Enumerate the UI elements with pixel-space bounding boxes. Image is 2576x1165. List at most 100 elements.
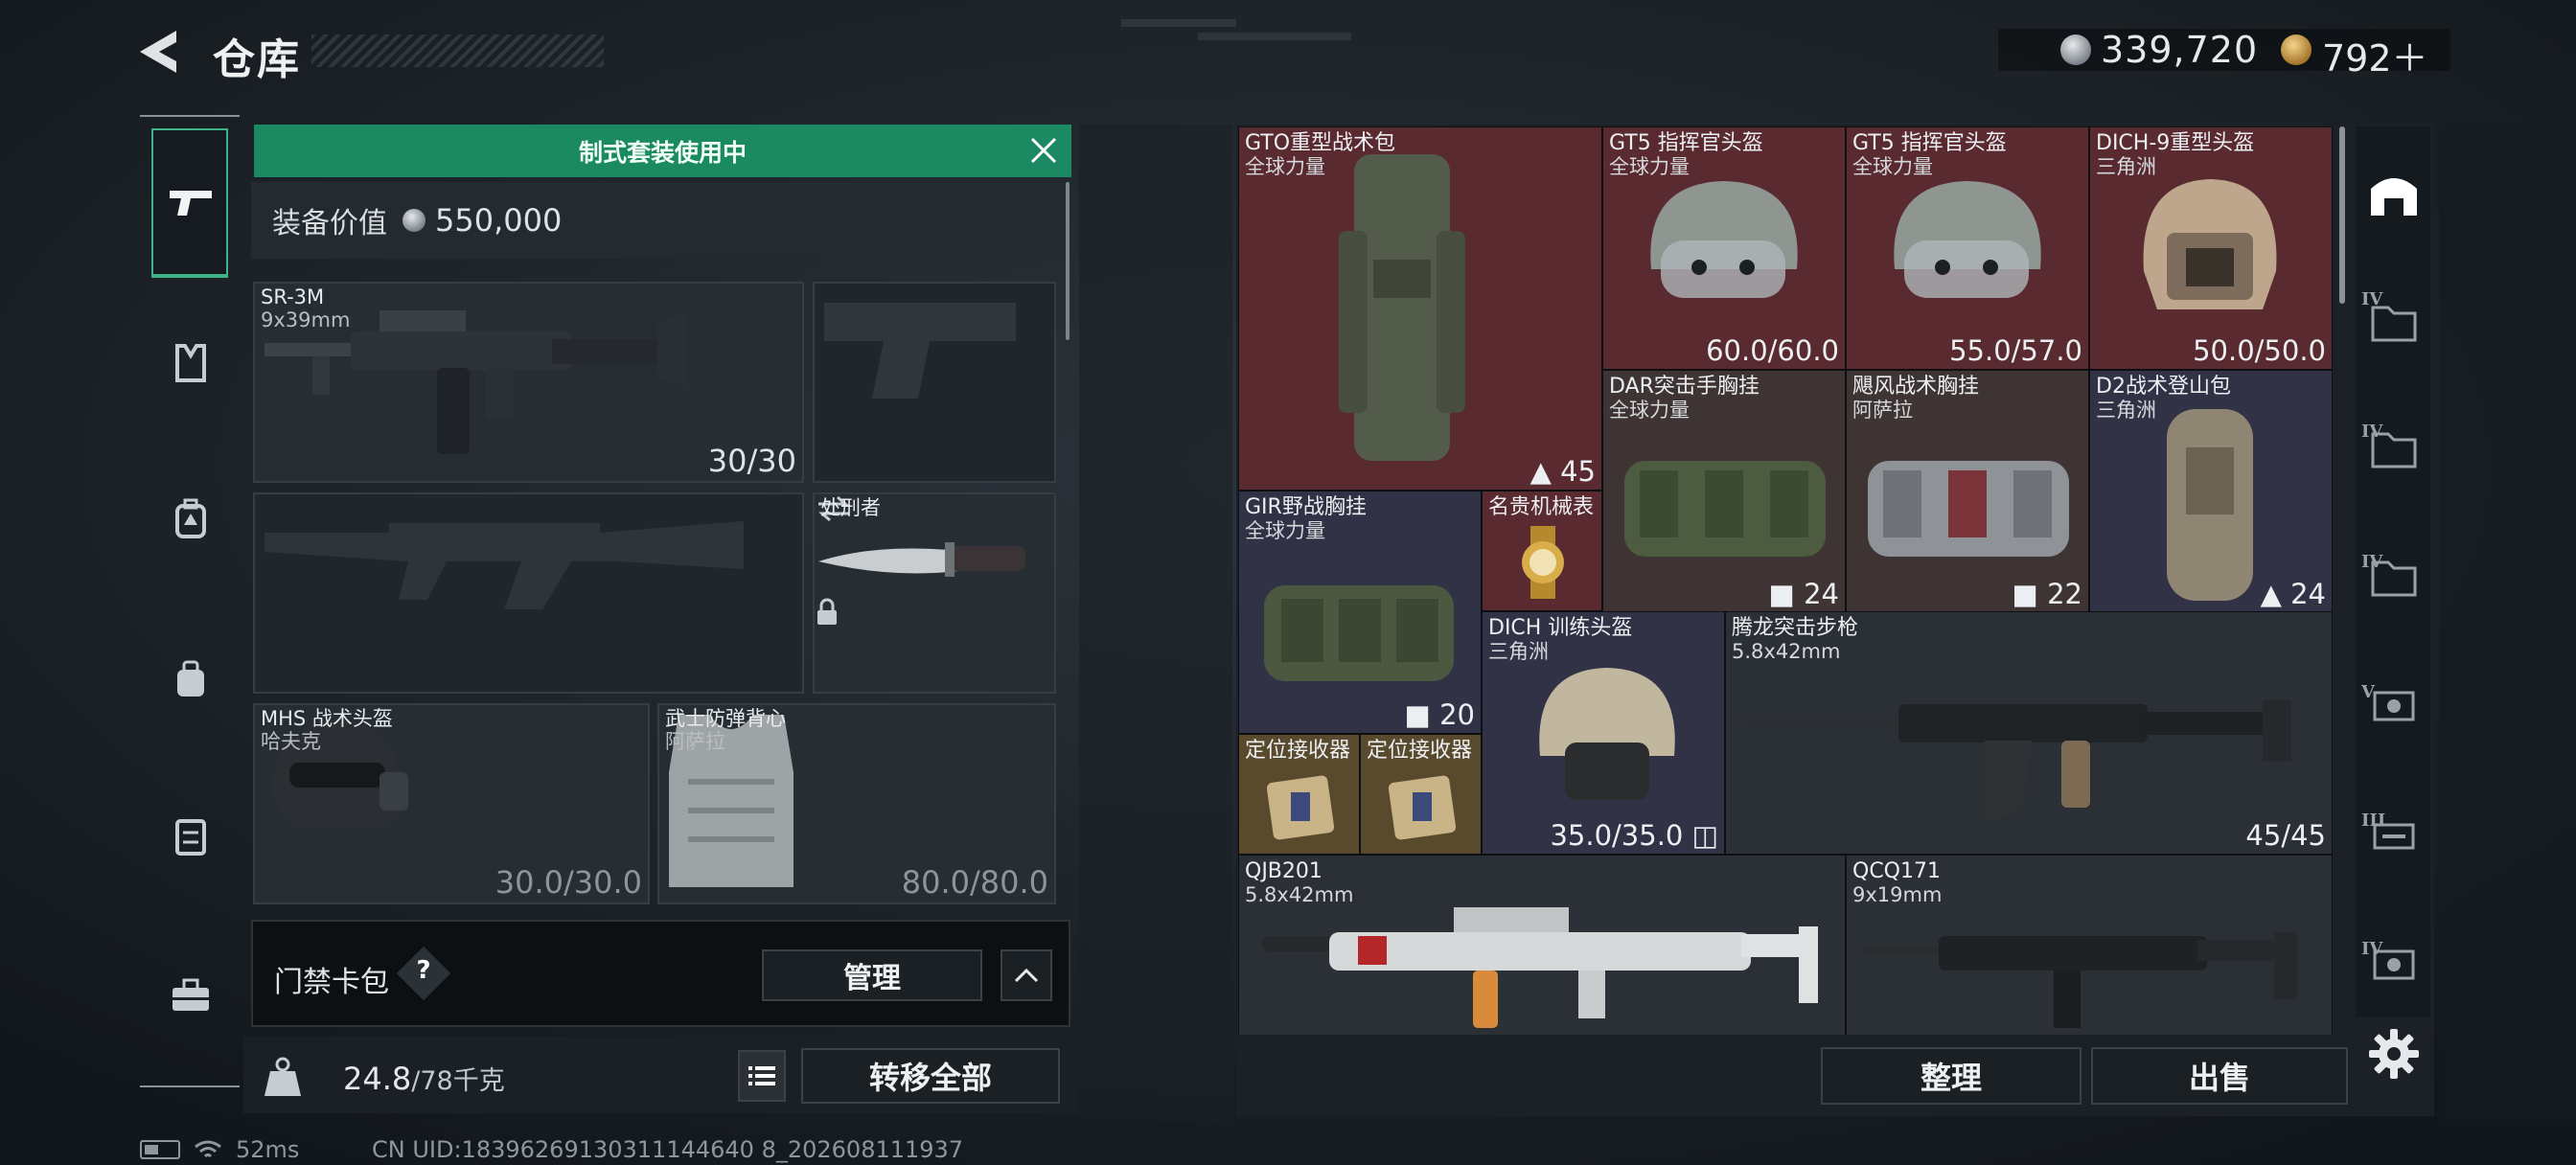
helmet-icon: [2143, 179, 2277, 309]
stash-home-icon: [2371, 178, 2417, 216]
item-faction: 三角洲: [2096, 155, 2156, 178]
list-view-button[interactable]: [738, 1050, 786, 1102]
item-faction: 全球力量: [1852, 155, 1933, 178]
item-capacity: ■ 20: [1404, 698, 1475, 731]
slot-ammo-count: 30/30: [707, 443, 796, 479]
back-arrow-icon[interactable]: [134, 27, 192, 77]
chest-rig-icon: [1264, 585, 1454, 681]
item-faction: 阿萨拉: [1852, 399, 1913, 422]
stash-tab[interactable]: [2359, 661, 2428, 747]
slot-item-faction: 哈夫克: [261, 730, 321, 753]
item-caliber: 9x19mm: [1852, 883, 1943, 906]
primary-weapon-slot[interactable]: SR-3M 9x39mm 30/30: [253, 282, 804, 483]
item-name: DAR突击手胸挂: [1609, 375, 1760, 399]
banner-text: 制式套装使用中: [578, 138, 747, 167]
item-faction: 全球力量: [1245, 519, 1325, 542]
slot-durability: 80.0/80.0: [901, 864, 1048, 901]
rig-icon: ■: [1768, 578, 1805, 610]
sell-button[interactable]: 出售: [2091, 1047, 2348, 1105]
slot-durability: 30.0/30.0: [494, 864, 642, 901]
bag-icon: ▲: [2260, 578, 2291, 610]
chest-rig-icon: [1624, 461, 1826, 557]
no-repair-icon: ◫: [1691, 819, 1718, 852]
item-name: 名贵机械表: [1488, 495, 1595, 519]
knife-icon: [818, 542, 1025, 577]
toolbox-category-icon[interactable]: [151, 956, 230, 1035]
stash-tab-level: IV: [2361, 552, 2383, 572]
stash-item[interactable]: QCQ171 9x19mm: [1846, 855, 2333, 1035]
primary-weapon-slot-2[interactable]: [253, 492, 804, 694]
receiver-icon: [1266, 775, 1335, 840]
body-armor-slot[interactable]: 武士防弹背心 阿萨拉 80.0/80.0: [657, 703, 1056, 904]
stash-item[interactable]: DICH-9重型头盔 三角洲 50.0/50.0: [2089, 126, 2333, 370]
weapon-category-icon[interactable]: [151, 163, 230, 241]
item-caliber: 5.8x42mm: [1245, 883, 1354, 906]
stash-item[interactable]: QJB201 5.8x42mm: [1238, 855, 1846, 1035]
item-durability-value: 35.0/35.0: [1550, 819, 1684, 852]
slot-item-name: 处刑者: [820, 496, 881, 519]
help-icon[interactable]: ?: [412, 956, 435, 985]
stash-item[interactable]: GT5 指挥官头盔 全球力量 55.0/57.0: [1846, 126, 2089, 370]
stash-tab[interactable]: [2359, 920, 2428, 1006]
money-coin-icon: [2060, 34, 2091, 65]
stash-item[interactable]: 飓风战术胸挂 阿萨拉 ■ 22: [1846, 370, 2089, 613]
item-name: 飓风战术胸挂: [1852, 375, 1980, 399]
backpack-icon: [2167, 409, 2253, 601]
device-status: 52ms: [140, 1136, 299, 1163]
manage-button[interactable]: 管理: [762, 949, 982, 1001]
stash-tab[interactable]: [2359, 404, 2428, 491]
container-category-icon[interactable]: [151, 795, 230, 874]
helmet-icon: [1894, 181, 2041, 298]
gear-icon[interactable]: [2367, 1027, 2421, 1081]
item-faction: 全球力量: [1245, 155, 1325, 178]
stash-item[interactable]: DAR突击手胸挂 全球力量 ■ 24: [1602, 370, 1846, 613]
loadout-preset-banner: 制式套装使用中: [254, 125, 1071, 177]
slot-item-name: MHS 战术头盔: [261, 707, 393, 730]
stash-item[interactable]: GTO重型战术包 全球力量 ▲ 45: [1238, 126, 1602, 491]
rifle-silhouette-icon: [264, 521, 744, 609]
loadout-scrollbar[interactable]: [1066, 182, 1070, 340]
armor-category-icon[interactable]: [151, 324, 230, 402]
pouch-category-icon[interactable]: [151, 640, 230, 719]
stash-grid[interactable]: GTO重型战术包 全球力量 ▲ 45 GT5 指挥官头盔 全球力量 60.0/6…: [1238, 126, 2333, 1035]
weight-readout: 24.8/78千克: [343, 1060, 505, 1097]
stash-item[interactable]: D2战术登山包 三角洲 ▲ 24: [2089, 370, 2333, 613]
stash-home-tab[interactable]: [2359, 149, 2428, 236]
melee-weapon-slot[interactable]: 处刑者: [813, 492, 1056, 694]
stash-tab-level: IV: [2361, 422, 2383, 442]
sort-button[interactable]: 整理: [1821, 1047, 2082, 1105]
rig-icon: ■: [2012, 578, 2048, 610]
stash-item[interactable]: DICH 训练头盔 三角洲 35.0/35.0 ◫: [1482, 611, 1725, 855]
stash-item[interactable]: 定位接收器: [1238, 734, 1360, 855]
secondary-weapon-slot[interactable]: [813, 282, 1056, 483]
machine-gun-icon: [1262, 907, 1818, 1028]
backpack-category-icon[interactable]: [151, 479, 230, 558]
stash-item[interactable]: GT5 指挥官头盔 全球力量 60.0/60.0: [1602, 126, 1846, 370]
item-capacity-value: 22: [2047, 578, 2082, 610]
rig-icon: ■: [1404, 698, 1440, 731]
monitor-icon: [2373, 691, 2415, 721]
item-name: GT5 指挥官头盔: [1852, 131, 2007, 155]
weight-current: 24.8: [343, 1061, 412, 1097]
close-icon[interactable]: [1027, 134, 1060, 167]
stash-item[interactable]: 定位接收器: [1360, 734, 1482, 855]
item-name: GTO重型战术包: [1245, 131, 1396, 155]
stash-tab[interactable]: [2359, 791, 2428, 878]
item-durability: 60.0/60.0: [1706, 334, 1839, 367]
item-ammo-count: 45/45: [2245, 819, 2326, 852]
bond-amount[interactable]: 792＋: [2322, 29, 2428, 81]
weight-capacity: /78千克: [411, 1066, 505, 1096]
stash-item[interactable]: 腾龙突击步枪 5.8x42mm 45/45: [1725, 611, 2333, 855]
stash-tab[interactable]: [2359, 533, 2428, 619]
weight-kg-icon: [264, 1057, 301, 1096]
stash-item[interactable]: 名贵机械表: [1482, 491, 1602, 611]
slot-item-caliber: 9x39mm: [261, 308, 351, 331]
stash-item[interactable]: GIR野战胸挂 全球力量 ■ 20: [1238, 491, 1482, 734]
helmet-slot[interactable]: MHS 战术头盔 哈夫克 30.0/30.0: [253, 703, 650, 904]
transfer-all-button[interactable]: 转移全部: [801, 1048, 1060, 1104]
item-durability: 50.0/50.0: [2193, 334, 2326, 367]
stash-scrollbar[interactable]: [2339, 126, 2345, 304]
collapse-button[interactable]: [1000, 949, 1052, 1001]
user-uid: CN UID:18396269130311144640 8_2026081119…: [372, 1136, 964, 1163]
item-name: D2战术登山包: [2096, 375, 2231, 399]
